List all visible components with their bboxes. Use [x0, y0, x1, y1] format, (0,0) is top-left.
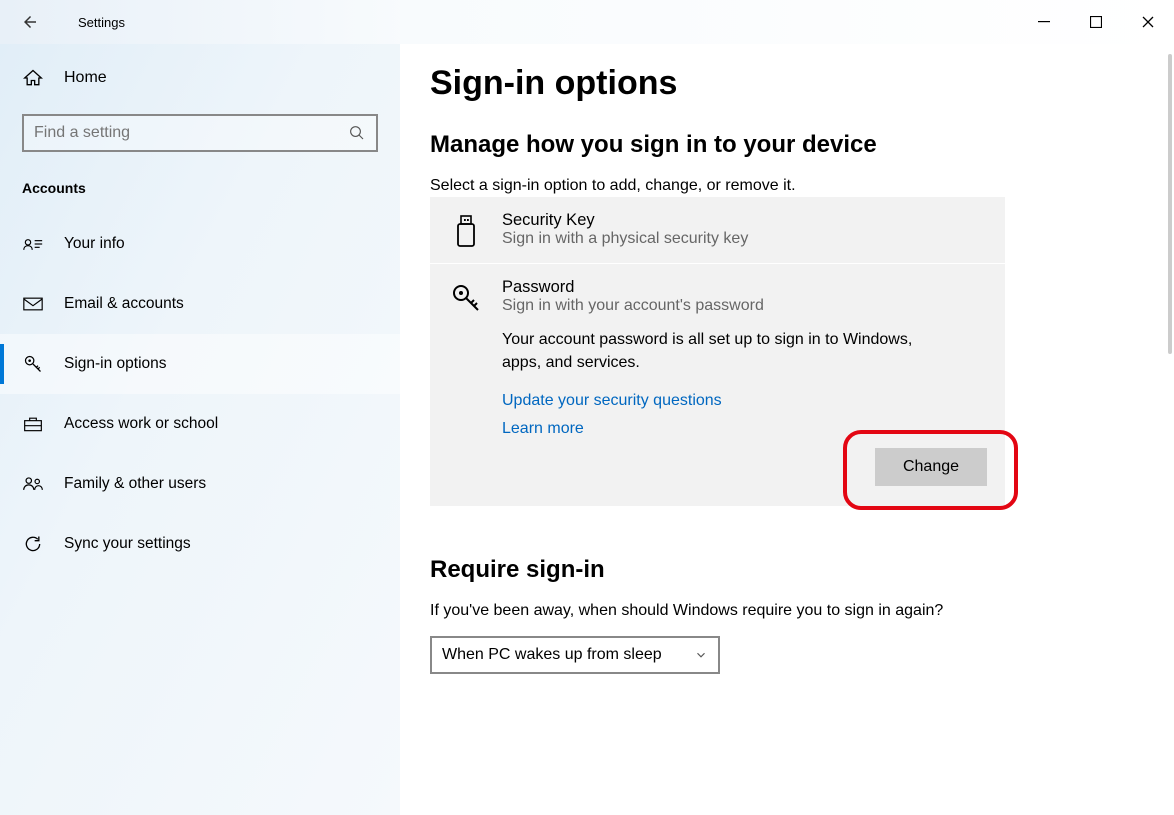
option-password[interactable]: Password Sign in with your account's pas… [430, 264, 1005, 322]
learn-more-link[interactable]: Learn more [502, 420, 987, 438]
home-icon [22, 68, 44, 88]
minimize-icon [1038, 16, 1050, 28]
maximize-icon [1090, 16, 1102, 28]
close-icon [1142, 16, 1154, 28]
nav-label: Your info [64, 235, 125, 253]
key-icon [448, 280, 484, 316]
maximize-button[interactable] [1070, 4, 1122, 40]
require-signin-heading: Require sign-in [430, 556, 1144, 584]
app-title: Settings [78, 15, 125, 30]
option-security-key[interactable]: Security Key Sign in with a physical sec… [430, 197, 1005, 264]
briefcase-icon [22, 415, 44, 433]
sidebar-item-access-work-school[interactable]: Access work or school [0, 394, 400, 454]
update-security-questions-link[interactable]: Update your security questions [502, 392, 987, 410]
minimize-button[interactable] [1018, 4, 1070, 40]
password-status-message: Your account password is all set up to s… [502, 328, 917, 374]
dropdown-value: When PC wakes up from sleep [442, 646, 662, 664]
person-card-icon [22, 236, 44, 252]
search-input[interactable] [34, 124, 348, 142]
sidebar-item-your-info[interactable]: Your info [0, 214, 400, 274]
password-expanded-body: Your account password is all set up to s… [430, 328, 1005, 438]
nav-label: Email & accounts [64, 295, 184, 313]
people-icon [22, 475, 44, 493]
scrollbar[interactable] [1168, 54, 1172, 354]
nav-label: Sync your settings [64, 535, 191, 553]
usb-key-icon [448, 213, 484, 249]
sidebar-item-sign-in-options[interactable]: Sign-in options [0, 334, 400, 394]
sidebar: Home Accounts Your info Email & acco [0, 44, 400, 815]
close-button[interactable] [1122, 4, 1174, 40]
option-title: Security Key [502, 211, 987, 230]
mail-icon [22, 296, 44, 312]
main-content: Sign-in options Manage how you sign in t… [400, 44, 1174, 815]
sync-icon [22, 534, 44, 554]
sidebar-item-sync-settings[interactable]: Sync your settings [0, 514, 400, 574]
change-button[interactable]: Change [875, 448, 987, 486]
back-button[interactable] [0, 0, 60, 44]
sidebar-item-family-users[interactable]: Family & other users [0, 454, 400, 514]
nav-label: Access work or school [64, 415, 218, 433]
arrow-left-icon [21, 13, 39, 31]
require-signin-dropdown[interactable]: When PC wakes up from sleep [430, 636, 720, 674]
option-title: Password [502, 278, 987, 297]
option-sub: Sign in with your account's password [502, 297, 987, 315]
signin-options-list: Security Key Sign in with a physical sec… [430, 197, 1005, 506]
sidebar-section-title: Accounts [0, 174, 400, 214]
sidebar-item-email-accounts[interactable]: Email & accounts [0, 274, 400, 334]
nav-label: Sign-in options [64, 355, 167, 373]
sidebar-item-home[interactable]: Home [0, 54, 400, 102]
instruction-text: Select a sign-in option to add, change, … [430, 177, 1144, 195]
manage-subhead: Manage how you sign in to your device [430, 131, 1144, 159]
titlebar: Settings [0, 0, 1174, 44]
chevron-down-icon [694, 648, 708, 662]
option-sub: Sign in with a physical security key [502, 230, 987, 248]
home-label: Home [64, 69, 107, 87]
require-question: If you've been away, when should Windows… [430, 602, 1144, 620]
search-icon [348, 124, 366, 142]
search-box[interactable] [22, 114, 378, 152]
page-title: Sign-in options [430, 64, 1144, 103]
nav-label: Family & other users [64, 475, 206, 493]
key-icon [22, 354, 44, 374]
